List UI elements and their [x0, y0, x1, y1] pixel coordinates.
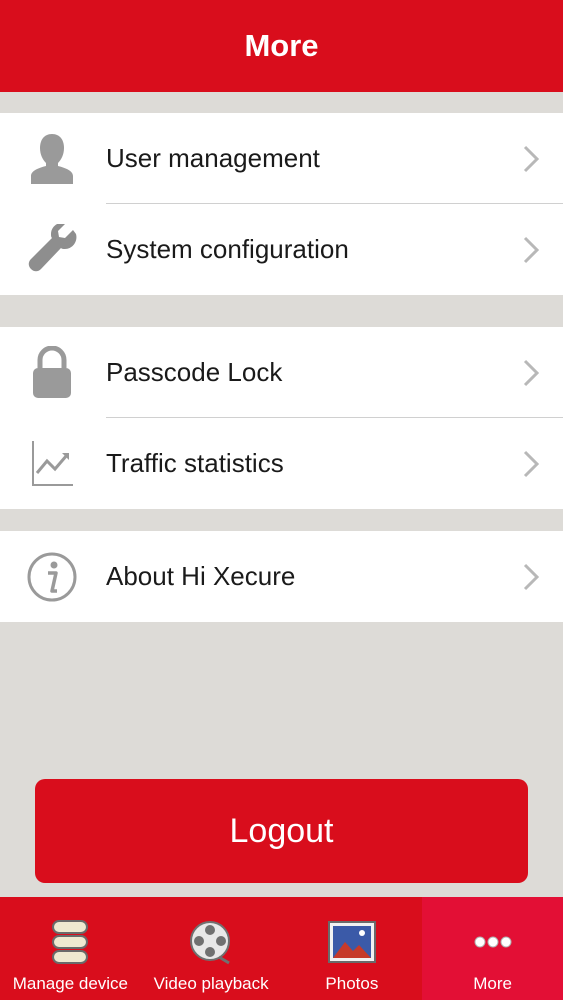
- user-icon: [26, 132, 78, 186]
- info-icon: [26, 550, 78, 604]
- menu-item-label: Traffic statistics: [106, 448, 284, 478]
- tab-label: More: [473, 974, 512, 993]
- tab-video-playback[interactable]: Video playback: [141, 897, 282, 1000]
- chevron-right-icon: [523, 563, 539, 590]
- menu-item-user-management[interactable]: User management: [0, 113, 563, 204]
- tab-more[interactable]: More: [422, 897, 563, 1000]
- chevron-right-icon: [523, 236, 539, 263]
- photo-icon: [326, 917, 378, 967]
- stack-icon: [44, 917, 96, 967]
- wrench-icon: [26, 223, 78, 277]
- nav-header: More: [0, 0, 563, 92]
- logout-button[interactable]: Logout: [35, 779, 528, 883]
- menu-item-label: Passcode Lock: [106, 357, 283, 387]
- menu-item-label: About Hi Xecure: [106, 561, 296, 591]
- tab-label: Photos: [325, 974, 379, 993]
- tab-photos[interactable]: Photos: [282, 897, 423, 1000]
- settings-group-account: User management System configuration: [0, 113, 563, 295]
- settings-group-security: Passcode Lock Traffic statistics: [0, 327, 563, 509]
- tab-bar: Manage device Video playback Photos More: [0, 897, 563, 1000]
- chevron-right-icon: [523, 145, 539, 172]
- chart-icon: [26, 437, 78, 491]
- settings-group-about: About Hi Xecure: [0, 531, 563, 622]
- menu-item-system-configuration[interactable]: System configuration: [0, 204, 563, 295]
- lock-icon: [26, 345, 78, 400]
- tab-label: Manage device: [12, 974, 129, 993]
- menu-item-label: User management: [106, 143, 320, 173]
- dots-icon: [467, 917, 519, 967]
- tab-manage-device[interactable]: Manage device: [0, 897, 141, 1000]
- menu-item-traffic-statistics[interactable]: Traffic statistics: [0, 418, 563, 509]
- page-title: More: [244, 28, 319, 63]
- menu-item-label: System configuration: [106, 234, 349, 264]
- chevron-right-icon: [523, 359, 539, 386]
- menu-item-passcode-lock[interactable]: Passcode Lock: [0, 327, 563, 418]
- chevron-right-icon: [523, 450, 539, 477]
- tab-label: Video playback: [153, 974, 269, 993]
- menu-item-about[interactable]: About Hi Xecure: [0, 531, 563, 622]
- film-reel-icon: [185, 917, 237, 967]
